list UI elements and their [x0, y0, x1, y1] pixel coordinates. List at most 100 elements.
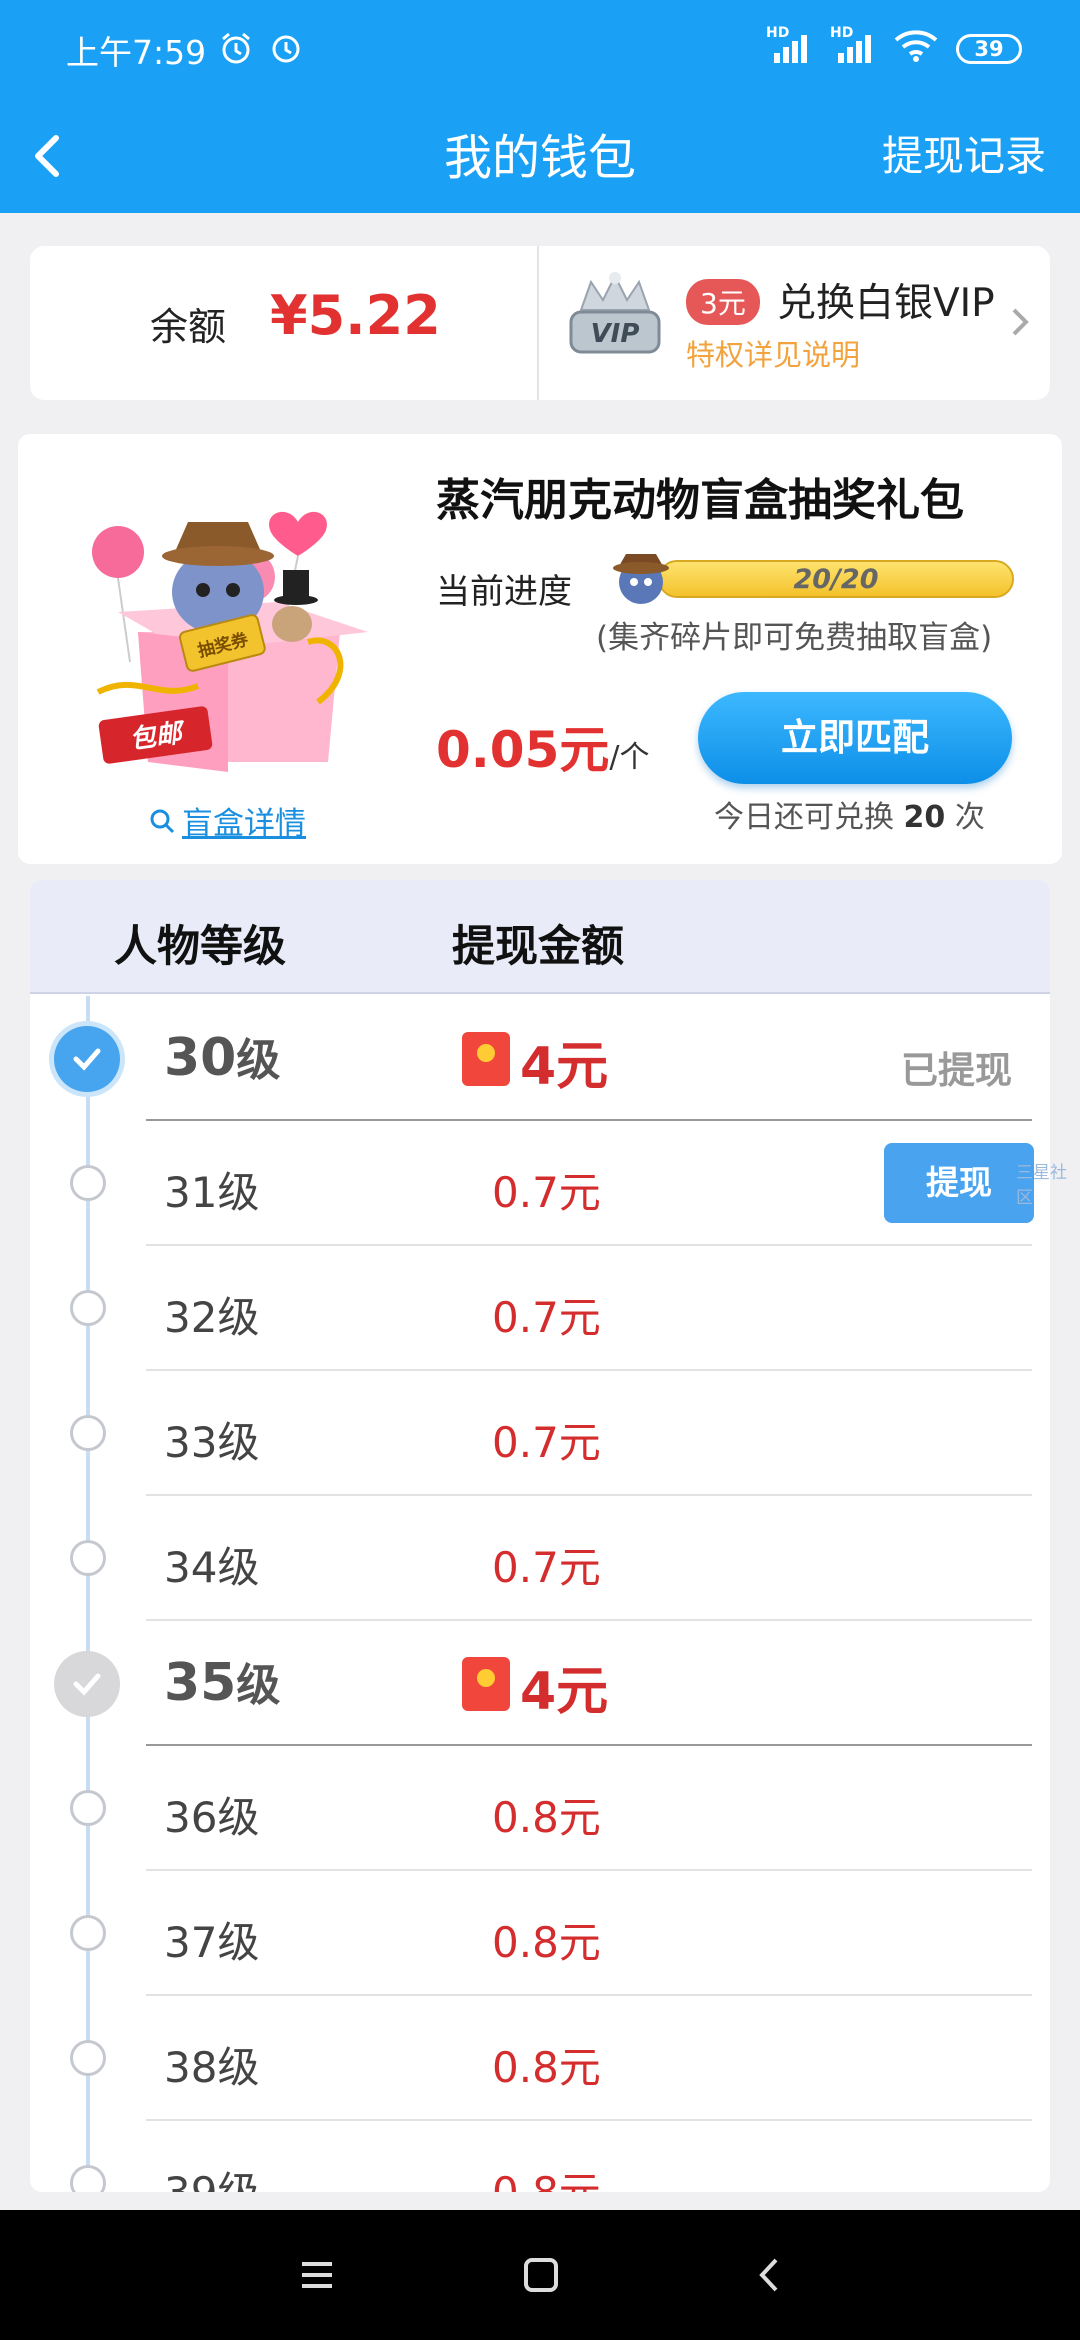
exchange-remaining: 今日还可兑换 20 次: [714, 792, 985, 836]
level-label: 39级: [164, 2159, 259, 2192]
amount-label: 4元: [520, 1662, 609, 1722]
table-row: 36级 0.8元: [30, 1746, 1050, 1871]
menu-icon[interactable]: [292, 2250, 342, 2300]
table-row: 32级 0.7元: [30, 1246, 1050, 1371]
table-row: 33级 0.7元: [30, 1371, 1050, 1496]
timeline-dot: [70, 1915, 106, 1951]
amount-label: 0.8元: [492, 1793, 601, 1842]
timeline-dot: [70, 1540, 106, 1576]
level-label: 32级: [164, 1293, 260, 1342]
level-label: 30级: [164, 1024, 280, 1088]
system-nav-bar: [0, 2210, 1080, 2340]
app-header: 上午7:59 HD HD 39 我的钱包 提现记录: [0, 0, 1080, 213]
progress-hint: (集齐碎片即可免费抽取盲盒): [596, 620, 993, 656]
level-label: 31级: [164, 1168, 260, 1217]
svg-text:VIP: VIP: [591, 319, 640, 349]
check-icon: [54, 1651, 120, 1717]
signal-icon-2: HD: [830, 25, 876, 67]
balance-label: 余额: [150, 305, 227, 349]
red-envelope-icon: [462, 1032, 510, 1086]
home-icon[interactable]: [516, 2250, 566, 2300]
withdraw-record-link[interactable]: 提现记录: [882, 122, 1046, 182]
level-number: 30: [164, 1028, 237, 1088]
match-button[interactable]: 立即匹配: [698, 692, 1012, 784]
amount-label: 0.7元: [492, 1543, 601, 1592]
timeline-dot: [70, 2040, 106, 2076]
exchange-suffix: 次: [954, 800, 985, 835]
amount-label: 0.8元: [492, 2159, 601, 2192]
progress-text: 20/20: [793, 564, 879, 595]
battery-indicator: 39: [956, 34, 1022, 64]
vip-crown-icon: VIP: [563, 266, 667, 370]
amount-label: 4元: [520, 1037, 609, 1097]
watermark: 三星社区: [1016, 1163, 1067, 1208]
signal-icon: HD: [766, 25, 812, 67]
amount-label: 0.7元: [492, 1168, 601, 1217]
column-header-level: 人物等级: [114, 922, 286, 972]
chevron-right-icon: [1008, 304, 1032, 340]
vip-title: 兑换白银VIP: [777, 281, 995, 326]
amount-label: 0.8元: [492, 2043, 601, 2092]
level-suffix: 级: [236, 1660, 281, 1711]
table-row: 30级 4元 已提现: [30, 996, 1050, 1121]
level-withdraw-table: 人物等级 提现金额 30级 4元 已提现 31级 0.7元 提现 32级 0.7…: [30, 880, 1050, 2192]
level-number: 35: [164, 1653, 237, 1713]
vip-price-badge: 3元: [686, 279, 760, 325]
withdrawn-status: 已提现: [901, 1049, 1012, 1092]
amount-label: 0.7元: [492, 1293, 601, 1342]
progress-label: 当前进度: [436, 572, 572, 612]
level-label: 38级: [164, 2043, 260, 2092]
character-avatar-icon: [608, 546, 674, 612]
withdraw-button[interactable]: 提现: [884, 1143, 1034, 1223]
table-row: 34级 0.7元: [30, 1496, 1050, 1621]
level-suffix: 级: [236, 1035, 281, 1086]
balance-value: ¥5.22: [270, 284, 441, 347]
exchange-count: 20: [903, 800, 946, 835]
blind-box-title: 蒸汽朋克动物盲盒抽奖礼包: [436, 475, 964, 526]
search-icon: [150, 809, 175, 833]
progress-bar: 20/20: [658, 560, 1014, 598]
clock-icon: [268, 30, 304, 74]
blind-box-detail-label: 盲盒详情: [182, 806, 306, 842]
amount-label: 0.7元: [492, 1418, 601, 1467]
timeline-dot: [70, 1415, 106, 1451]
exchange-prefix: 今日还可兑换: [714, 800, 894, 835]
balance-card: 余额 ¥5.22 VIP 3元 兑换白银VIP 特权详见说明: [30, 246, 1050, 400]
timeline-dot: [70, 1290, 106, 1326]
table-row: 38级 0.8元: [30, 1996, 1050, 2121]
timeline-dot: [70, 2165, 106, 2192]
column-header-amount: 提现金额: [452, 922, 624, 972]
level-label: 37级: [164, 1918, 260, 1967]
balance-section: 余额 ¥5.22: [30, 246, 539, 400]
status-bar: 上午7:59 HD HD 39: [0, 0, 1080, 96]
price-value: 0.05元: [436, 721, 610, 779]
level-label: 34级: [164, 1543, 260, 1592]
check-icon: [54, 1026, 120, 1092]
nav-bar: 我的钱包 提现记录: [0, 96, 1080, 213]
blind-box-detail-link[interactable]: 盲盒详情: [148, 798, 306, 843]
level-label: 33级: [164, 1418, 260, 1467]
price-unit: /个: [609, 740, 650, 775]
timeline-dot: [70, 1790, 106, 1826]
red-envelope-icon: [462, 1657, 510, 1711]
back-nav-icon[interactable]: [744, 2250, 794, 2300]
level-label: 35级: [164, 1649, 280, 1713]
wifi-icon: [894, 28, 938, 70]
alarm-icon: [218, 30, 254, 74]
vip-subtitle: 特权详见说明: [686, 338, 861, 372]
signal-hd-label: HD: [766, 25, 790, 41]
status-time: 上午7:59: [66, 33, 207, 72]
level-label: 36级: [164, 1793, 260, 1842]
signal-hd-label-2: HD: [830, 25, 854, 41]
table-row: 37级 0.8元: [30, 1871, 1050, 1996]
table-row: 35级 4元: [30, 1621, 1050, 1746]
blind-box-card: 抽奖券 包邮 盲盒详情 蒸汽朋克动物盲盒抽奖礼包 当前进度 20/20 (集齐碎…: [18, 434, 1062, 864]
price: 0.05元/个: [436, 710, 649, 782]
blind-box-image[interactable]: 抽奖券 包邮: [78, 482, 398, 782]
table-row: 31级 0.7元 提现: [30, 1121, 1050, 1246]
table-row: 39级 0.8元: [30, 2121, 1050, 2192]
vip-exchange-section[interactable]: VIP 3元 兑换白银VIP 特权详见说明: [541, 246, 1050, 400]
table-header: 人物等级 提现金额: [30, 880, 1050, 994]
amount-label: 0.8元: [492, 1918, 601, 1967]
timeline-dot: [70, 1165, 106, 1201]
